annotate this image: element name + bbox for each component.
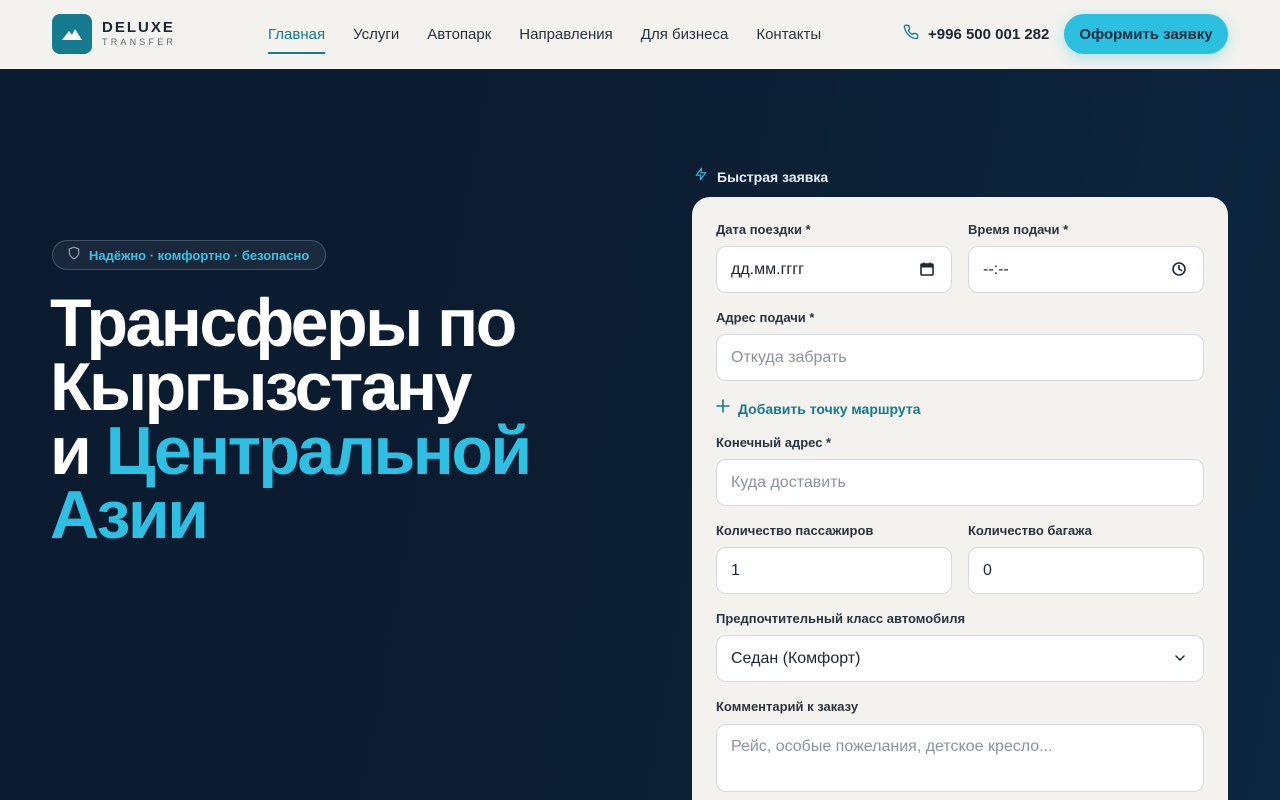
site-header: DELUXE TRANSFER Главная Услуги Автопарк … xyxy=(0,0,1280,69)
clock-icon[interactable] xyxy=(1171,261,1187,282)
nav-business[interactable]: Для бизнеса xyxy=(641,19,729,51)
hero-title-line-2: Кыргызстану xyxy=(50,349,472,425)
nav-contacts[interactable]: Контакты xyxy=(756,19,821,51)
badge-text: Надёжно · комфортно · безопасно xyxy=(89,247,310,263)
logo-subtitle: TRANSFER xyxy=(102,37,177,47)
calendar-icon[interactable] xyxy=(919,261,935,282)
hero-title-line-1: Трансферы по xyxy=(50,285,517,361)
nav-destinations[interactable]: Направления xyxy=(519,19,613,51)
date-input[interactable]: дд.мм.гггг xyxy=(716,246,952,293)
phone-number: +996 500 001 282 xyxy=(928,26,1050,43)
luggage-input[interactable]: 0 xyxy=(968,547,1204,594)
nav-services[interactable]: Услуги xyxy=(353,19,399,51)
passengers-input[interactable]: 1 xyxy=(716,547,952,594)
plus-icon xyxy=(716,399,730,418)
quick-request-heading: Быстрая заявка xyxy=(694,166,828,187)
nav-fleet[interactable]: Автопарк xyxy=(427,19,491,51)
shield-icon xyxy=(67,246,81,265)
hero-section: Надёжно · комфортно · безопасно Трансфер… xyxy=(0,69,1280,800)
phone-icon xyxy=(903,24,919,45)
nav-home[interactable]: Главная xyxy=(268,19,326,54)
order-button[interactable]: Оформить заявку xyxy=(1064,14,1228,54)
pickup-address-input[interactable]: Откуда забрать xyxy=(716,334,1204,381)
car-class-label: Предпочтительный класс автомобиля xyxy=(716,611,966,626)
logo-title: DELUXE xyxy=(102,19,175,36)
time-value: --:-- xyxy=(983,260,1009,278)
comment-label: Комментарий к заказу xyxy=(716,699,859,714)
quick-request-text: Быстрая заявка xyxy=(717,168,829,185)
comment-textarea[interactable]: Рейс, особые пожелания, детское кресло..… xyxy=(716,724,1204,792)
date-label: Дата поездки * xyxy=(716,222,811,237)
time-input[interactable]: --:-- xyxy=(968,246,1204,293)
luggage-label: Количество багажа xyxy=(968,523,1092,538)
destination-label: Конечный адрес * xyxy=(716,435,832,450)
add-route-point-button[interactable]: Добавить точку маршрута xyxy=(716,399,921,418)
logo[interactable]: DELUXE TRANSFER xyxy=(52,14,176,54)
mountain-logo-icon xyxy=(52,14,92,54)
hero-title: Трансферы по Кыргызстану и Центральной А… xyxy=(50,285,610,553)
add-route-label: Добавить точку маршрута xyxy=(738,400,921,417)
main-nav: Главная Услуги Автопарк Направления Для … xyxy=(268,0,849,69)
time-label: Время подачи * xyxy=(968,222,1069,237)
lightning-icon xyxy=(694,166,708,187)
hero-title-accent-2: Азии xyxy=(50,477,209,553)
chevron-down-icon xyxy=(1173,651,1187,670)
date-value: дд.мм.гггг xyxy=(731,260,804,278)
car-class-select[interactable]: Седан (Комфорт) xyxy=(716,635,1204,682)
request-form: Дата поездки * дд.мм.гггг Время подачи *… xyxy=(692,197,1228,800)
pickup-label: Адрес подачи * xyxy=(716,310,815,325)
destination-address-input[interactable]: Куда доставить xyxy=(716,459,1204,506)
phone-link[interactable]: +996 500 001 282 xyxy=(903,24,1049,45)
trust-badge: Надёжно · комфортно · безопасно xyxy=(52,240,327,270)
passengers-label: Количество пассажиров xyxy=(716,523,874,538)
car-class-value: Седан (Комфорт) xyxy=(731,649,861,667)
